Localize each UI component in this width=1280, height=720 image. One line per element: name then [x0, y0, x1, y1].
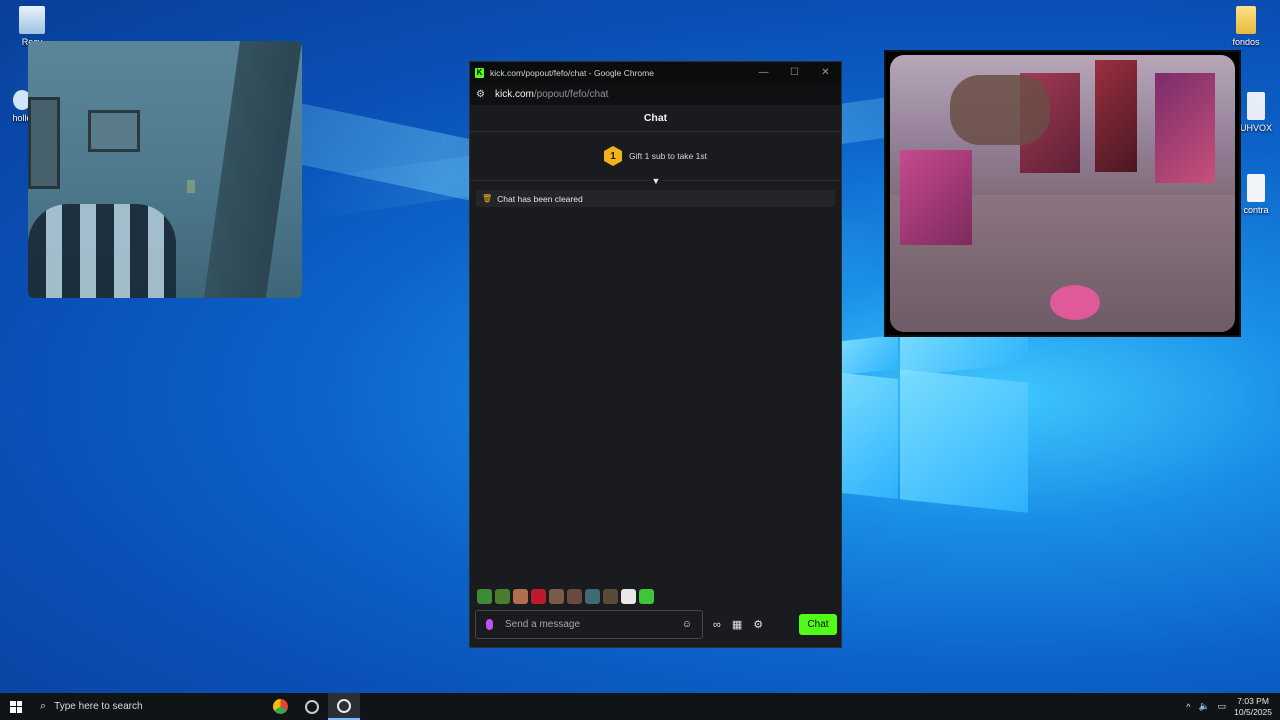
chrome-window: K kick.com/popout/fefo/chat - Google Chr…: [469, 61, 842, 648]
emote-icon[interactable]: [567, 589, 582, 604]
document-icon: [1247, 92, 1265, 120]
expand-icon[interactable]: ▼: [650, 175, 662, 187]
title-bar[interactable]: K kick.com/popout/fefo/chat - Google Chr…: [470, 62, 841, 83]
kick-logo-icon: K: [475, 67, 484, 78]
emote-icon[interactable]: [621, 589, 636, 604]
quick-emotes: [477, 589, 654, 604]
product-box: [1095, 60, 1137, 172]
cleared-text: Chat has been cleared: [497, 193, 583, 204]
webcam-overlay: [28, 41, 302, 298]
emote-icon[interactable]: [495, 589, 510, 604]
url-host: kick.com: [495, 88, 534, 100]
network-icon[interactable]: ▭: [1218, 701, 1227, 712]
address-bar[interactable]: ⚙ kick.com/popout/fefo/chat: [470, 83, 841, 105]
chevron-up-icon[interactable]: ^: [1186, 702, 1190, 712]
volume-icon[interactable]: 🔈: [1198, 701, 1209, 712]
clock[interactable]: 7:03 PM 10/5/2025: [1234, 696, 1272, 718]
obs-icon: [337, 698, 351, 713]
chrome-icon: [272, 699, 288, 714]
start-button[interactable]: [0, 693, 32, 720]
recycle-bin-icon: [19, 6, 45, 34]
close-button[interactable]: ✕: [810, 67, 841, 78]
taskbar: ⌕ Type here to search ^ 🔈 ▭ 7:03 PM 10/5…: [0, 693, 1280, 720]
gift-text: Gift 1 sub to take 1st: [629, 151, 707, 161]
desktop-icon-label: contra: [1243, 205, 1269, 215]
rank-badge-icon: 1: [604, 146, 623, 166]
windows-icon: [10, 700, 22, 713]
minimize-button[interactable]: —: [748, 67, 779, 78]
chat-input-row: Send a message ☺ ∞ ▦ ⚙ Chat: [475, 610, 837, 639]
clock-date: 10/5/2025: [1234, 706, 1272, 717]
emote-icon[interactable]: [585, 589, 600, 604]
search-placeholder: Type here to search: [54, 701, 143, 712]
emote-icon[interactable]: [639, 589, 654, 604]
emote-icon[interactable]: [513, 589, 528, 604]
microphone-icon[interactable]: [486, 619, 493, 630]
maximize-button[interactable]: ☐: [779, 67, 810, 78]
chat-cleared-notice: 🗑 Chat has been cleared: [476, 190, 835, 207]
site-settings-icon[interactable]: ⚙: [476, 89, 488, 100]
door: [203, 41, 302, 298]
desktop-icon-label: fondos: [1232, 37, 1260, 47]
desktop: Recy hollo fondos UHVOX contra: [0, 0, 1280, 693]
taskbar-chrome[interactable]: [264, 693, 296, 720]
document-icon: [1247, 174, 1265, 202]
emote-icon[interactable]: [477, 589, 492, 604]
emote-icon[interactable]: [603, 589, 618, 604]
taskbar-obs[interactable]: [328, 693, 360, 720]
divider: ▼: [470, 175, 841, 190]
trash-icon: 🗑: [482, 194, 493, 203]
clock-time: 7:03 PM: [1237, 695, 1269, 706]
channel-points-icon[interactable]: ∞: [713, 619, 721, 631]
wall-frame: [28, 97, 60, 189]
message-input[interactable]: Send a message ☺: [475, 610, 703, 639]
video-overlay: [884, 50, 1241, 337]
emote-icon[interactable]: [549, 589, 564, 604]
taskbar-discord[interactable]: [296, 693, 328, 720]
pink-item: [1050, 285, 1100, 320]
wall-frame: [88, 110, 140, 152]
gear-icon[interactable]: ⚙: [753, 618, 763, 631]
app-icon: [305, 699, 319, 714]
folder-icon[interactable]: fondos: [1218, 6, 1274, 47]
taskbar-search[interactable]: ⌕ Type here to search: [32, 700, 264, 713]
gift-leaderboard[interactable]: 1 Gift 1 sub to take 1st: [470, 132, 841, 180]
windows-logo-wallpaper: [842, 323, 1028, 513]
send-chat-button[interactable]: Chat: [799, 614, 837, 635]
search-icon: ⌕: [40, 700, 47, 712]
chair: [28, 204, 176, 298]
system-tray: ^ 🔈 ▭ 7:03 PM 10/5/2025: [1186, 696, 1280, 718]
window-title: kick.com/popout/fefo/chat - Google Chrom…: [490, 67, 654, 78]
store-icon[interactable]: ▦: [732, 618, 742, 631]
folder-icon: [1236, 6, 1256, 34]
emoji-picker-icon[interactable]: ☺: [682, 619, 692, 630]
product-box: [1155, 73, 1215, 183]
message-placeholder: Send a message: [505, 619, 581, 630]
emote-icon[interactable]: [531, 589, 546, 604]
chat-header: Chat: [470, 105, 841, 132]
light-switch: [187, 180, 195, 193]
hand: [950, 75, 1050, 145]
product-box: [900, 150, 972, 245]
url-path: /popout/fefo/chat: [533, 88, 609, 100]
desktop-icon-label: UHVOX: [1239, 123, 1272, 133]
